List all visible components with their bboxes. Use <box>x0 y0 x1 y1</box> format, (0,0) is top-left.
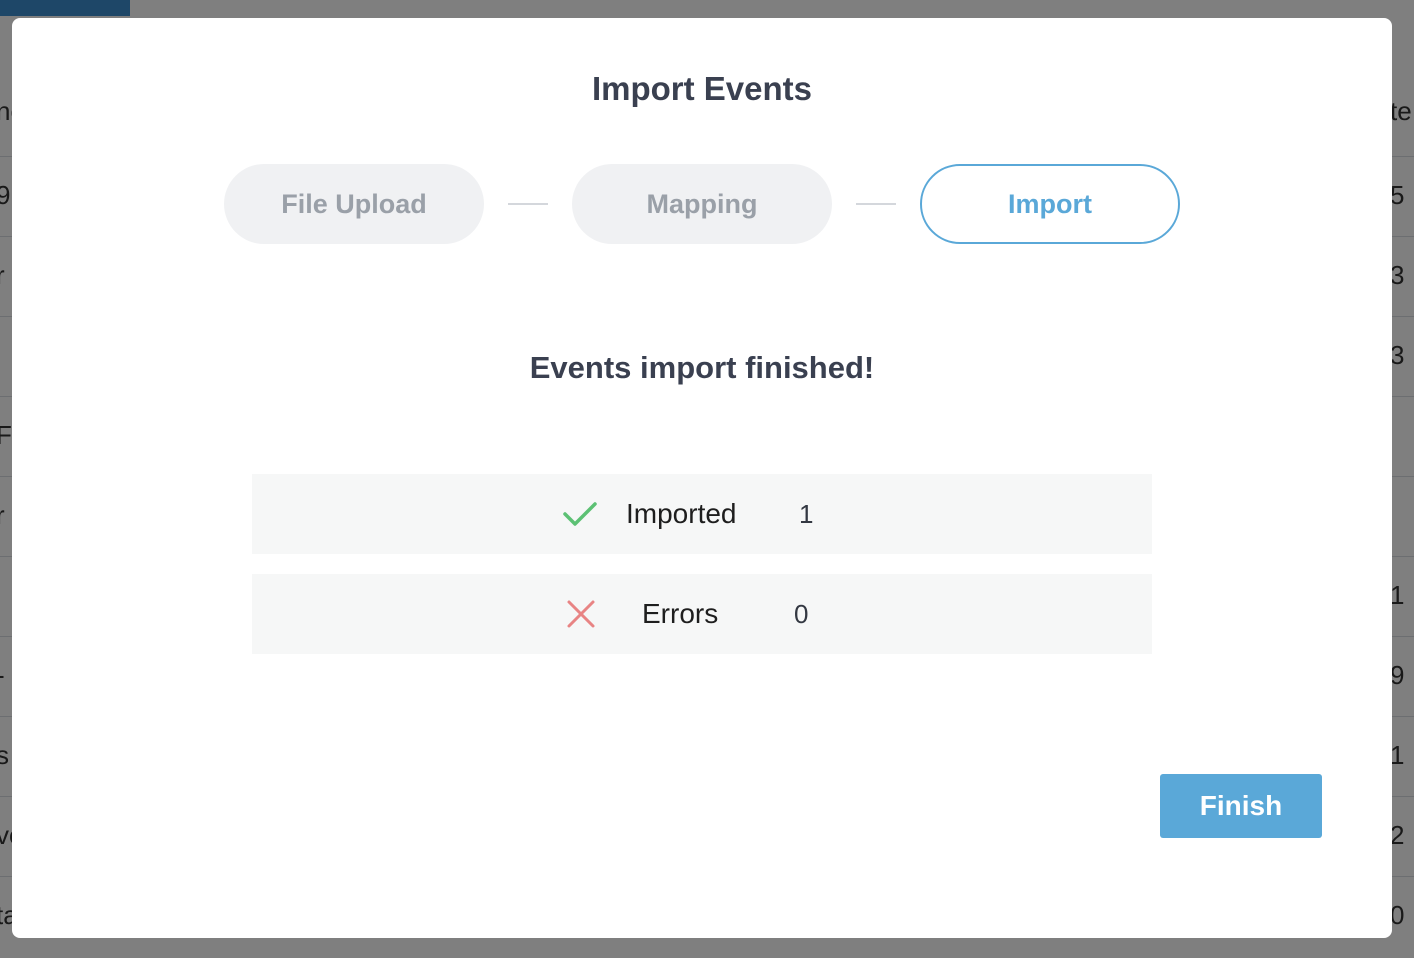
result-row-errors: Errors 0 <box>252 574 1152 654</box>
modal-title: Import Events <box>591 70 813 107</box>
step-separator <box>856 203 896 205</box>
result-heading: Events import finished! <box>529 350 875 385</box>
step-mapping: Mapping <box>572 164 832 244</box>
errors-count: 0 <box>794 599 809 629</box>
result-row-imported: Imported 1 <box>252 474 1152 554</box>
step-file-upload: File Upload <box>224 164 484 244</box>
step-import: Import <box>920 164 1180 244</box>
finish-button[interactable]: Finish <box>1160 774 1322 838</box>
x-icon <box>564 598 600 630</box>
imported-label: Imported <box>626 498 737 529</box>
errors-label: Errors <box>642 598 719 629</box>
imported-count: 1 <box>799 499 814 529</box>
check-icon <box>562 498 598 530</box>
import-events-modal: Import Events File Upload Mapping Import… <box>12 18 1392 938</box>
step-separator <box>508 203 548 205</box>
